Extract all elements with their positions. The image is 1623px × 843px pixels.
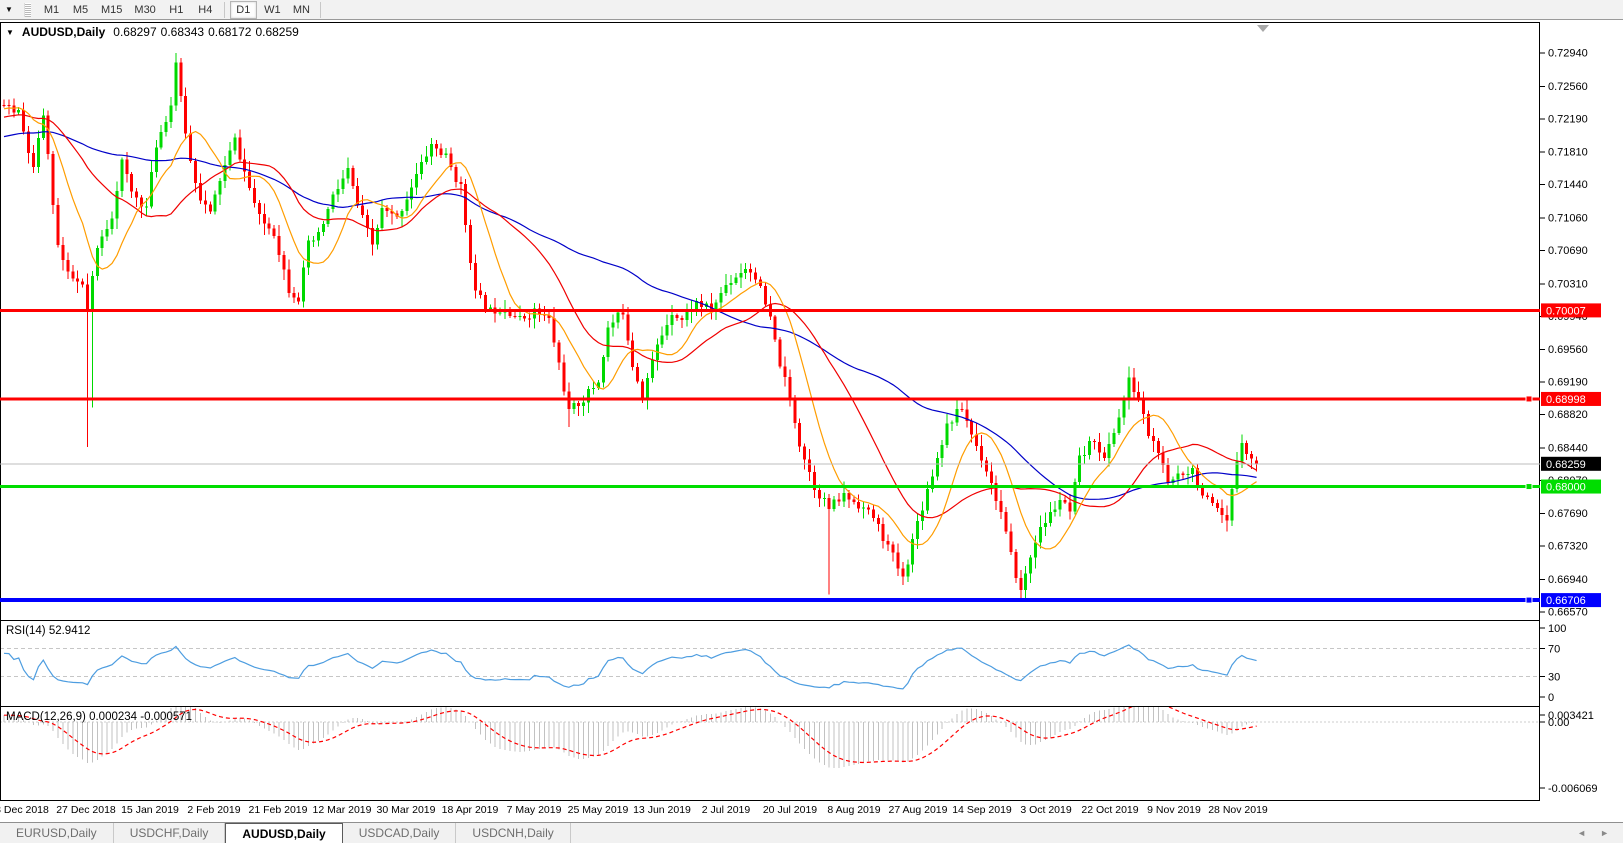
- svg-text:9 Nov 2019: 9 Nov 2019: [1147, 804, 1201, 816]
- svg-text:25 May 2019: 25 May 2019: [568, 804, 629, 816]
- chart-title: ▼ AUDUSD,Daily 0.68297 0.68343 0.68172 0…: [6, 25, 299, 39]
- ohlc-close: 0.68259: [255, 25, 298, 39]
- svg-text:3 Oct 2019: 3 Oct 2019: [1020, 804, 1072, 816]
- chart-title-caret-icon[interactable]: ▼: [6, 28, 14, 37]
- date-axis[interactable]: 8 Dec 2018 27 Dec 2018 15 Jan 2019 2 Feb 20…: [0, 804, 1268, 816]
- tab-scroll-left-icon[interactable]: ◄: [1577, 828, 1586, 838]
- svg-text:14 Sep 2019: 14 Sep 2019: [952, 804, 1012, 816]
- svg-text:0.68000: 0.68000: [1546, 482, 1586, 494]
- timeframe-toolbar: ▼ M1M5M15M30H1H4 D1W1MN: [0, 0, 1623, 20]
- svg-text:2 Jul 2019: 2 Jul 2019: [702, 804, 751, 816]
- ohlc-open: 0.68297: [113, 25, 156, 39]
- tab-scroll-arrows: ◄ ►: [1577, 823, 1623, 843]
- macd-indicator-label: MACD(12,26,9) 0.000234 -0.000571: [6, 711, 192, 723]
- toolbar-drag-grip[interactable]: [24, 3, 31, 17]
- svg-text:0.68440: 0.68440: [1548, 442, 1588, 454]
- tab-eurusd[interactable]: EURUSD,Daily: [0, 823, 114, 843]
- svg-text:0.67320: 0.67320: [1548, 541, 1588, 553]
- timeframe-buttons: M1M5M15M30H1H4 D1W1MN: [37, 1, 325, 19]
- svg-text:0.71440: 0.71440: [1548, 179, 1588, 191]
- timeframe-button-d1[interactable]: D1: [230, 1, 257, 19]
- svg-text:13 Jun 2019: 13 Jun 2019: [633, 804, 691, 816]
- svg-text:0.70310: 0.70310: [1548, 278, 1588, 290]
- svg-text:2 Feb 2019: 2 Feb 2019: [187, 804, 240, 816]
- timeframe-button-h4[interactable]: H4: [192, 1, 219, 19]
- chart-area: ▼ AUDUSD,Daily 0.68297 0.68343 0.68172 0…: [0, 20, 1623, 822]
- timeframe-button-m1[interactable]: M1: [38, 1, 65, 19]
- tab-usdchf[interactable]: USDCHF,Daily: [114, 823, 226, 843]
- price-badge-0.70007: 0.70007: [1541, 303, 1601, 317]
- chart-instrument-label: AUDUSD,Daily: [22, 25, 105, 39]
- svg-text:12 Mar 2019: 12 Mar 2019: [313, 804, 372, 816]
- svg-text:0.69560: 0.69560: [1548, 344, 1588, 356]
- svg-text:0.70690: 0.70690: [1548, 245, 1588, 257]
- timeframe-button-m5[interactable]: M5: [67, 1, 94, 19]
- price-badge-0.66706: 0.66706: [1541, 593, 1601, 607]
- symbol-tabs: EURUSD,DailyUSDCHF,DailyAUDUSD,DailyUSDC…: [0, 823, 571, 843]
- svg-text:0.68998: 0.68998: [1546, 394, 1586, 406]
- rsi-pane[interactable]: [1, 621, 1540, 707]
- ohlc-low: 0.68172: [208, 25, 251, 39]
- price-axis[interactable]: 0.72940 0.72560 0.72190 0.71810 0.71440 0.710…: [1540, 48, 1598, 796]
- svg-text:7 May 2019: 7 May 2019: [507, 804, 562, 816]
- price-badge-0.68998: 0.68998: [1541, 392, 1601, 406]
- toolbar-dropdown-icon[interactable]: ▼: [0, 5, 18, 14]
- svg-text:0.70007: 0.70007: [1546, 305, 1586, 317]
- svg-text:0.66570: 0.66570: [1548, 607, 1588, 619]
- tab-scroll-right-icon[interactable]: ►: [1600, 828, 1609, 838]
- ohlc-high: 0.68343: [161, 25, 204, 39]
- svg-text:8 Dec 2018: 8 Dec 2018: [0, 804, 49, 816]
- hline-handle-0.68998[interactable]: [1526, 396, 1532, 402]
- svg-text:20 Jul 2019: 20 Jul 2019: [763, 804, 817, 816]
- svg-text:0.71810: 0.71810: [1548, 147, 1588, 159]
- svg-text:28 Nov 2019: 28 Nov 2019: [1208, 804, 1268, 816]
- svg-text:30: 30: [1548, 671, 1560, 683]
- tabbar-spacer: [571, 823, 1577, 843]
- svg-text:0.69190: 0.69190: [1548, 377, 1588, 389]
- svg-text:0.68259: 0.68259: [1546, 459, 1586, 471]
- svg-text:27 Aug 2019: 27 Aug 2019: [889, 804, 948, 816]
- svg-text:15 Jan 2019: 15 Jan 2019: [121, 804, 179, 816]
- svg-text:0.71060: 0.71060: [1548, 212, 1588, 224]
- tab-usdcnh[interactable]: USDCNH,Daily: [456, 823, 570, 843]
- svg-text:22 Oct 2019: 22 Oct 2019: [1081, 804, 1138, 816]
- svg-text:21 Feb 2019: 21 Feb 2019: [249, 804, 308, 816]
- current-price-badge: 0.68259: [1541, 457, 1601, 471]
- symbol-tab-bar: EURUSD,DailyUSDCHF,DailyAUDUSD,DailyUSDC…: [0, 822, 1623, 843]
- svg-text:0.72190: 0.72190: [1548, 113, 1588, 125]
- timeframe-button-m15[interactable]: M15: [96, 1, 127, 19]
- svg-text:30 Mar 2019: 30 Mar 2019: [377, 804, 436, 816]
- tab-audusd[interactable]: AUDUSD,Daily: [225, 823, 342, 843]
- svg-text:27 Dec 2018: 27 Dec 2018: [56, 804, 116, 816]
- chart-canvas[interactable]: 0.72940 0.72560 0.72190 0.71810 0.71440 0.710…: [0, 20, 1623, 822]
- svg-text:0.68820: 0.68820: [1548, 409, 1588, 421]
- svg-text:0.00: 0.00: [1548, 717, 1569, 729]
- toolbar-separator: [224, 2, 225, 18]
- svg-text:8 Aug 2019: 8 Aug 2019: [827, 804, 880, 816]
- main-pane[interactable]: [1, 23, 1540, 621]
- svg-text:100: 100: [1548, 623, 1566, 635]
- svg-text:0: 0: [1548, 692, 1554, 704]
- svg-text:0.66940: 0.66940: [1548, 574, 1588, 586]
- rsi-indicator-label: RSI(14) 52.9412: [6, 625, 90, 637]
- svg-text:0.72560: 0.72560: [1548, 81, 1588, 93]
- price-badge-0.68000: 0.68000: [1541, 480, 1601, 494]
- svg-text:0.67690: 0.67690: [1548, 508, 1588, 520]
- timeframe-button-h1[interactable]: H1: [163, 1, 190, 19]
- hline-handle-0.68000[interactable]: [1526, 484, 1532, 490]
- hline-handle-0.66706[interactable]: [1526, 597, 1532, 603]
- svg-text:0.66706: 0.66706: [1546, 595, 1586, 607]
- svg-text:-0.006069: -0.006069: [1548, 783, 1598, 795]
- toolbar-separator: [320, 2, 321, 18]
- tab-usdcad[interactable]: USDCAD,Daily: [343, 823, 457, 843]
- svg-text:70: 70: [1548, 644, 1560, 656]
- svg-text:18 Apr 2019: 18 Apr 2019: [442, 804, 499, 816]
- mt4-chart-window: ▼ M1M5M15M30H1H4 D1W1MN ▼ AUDUSD,Daily 0.…: [0, 0, 1623, 843]
- svg-text:0.72940: 0.72940: [1548, 48, 1588, 60]
- timeframe-button-w1[interactable]: W1: [259, 1, 286, 19]
- timeframe-button-m30[interactable]: M30: [129, 1, 160, 19]
- timeframe-button-mn[interactable]: MN: [288, 1, 315, 19]
